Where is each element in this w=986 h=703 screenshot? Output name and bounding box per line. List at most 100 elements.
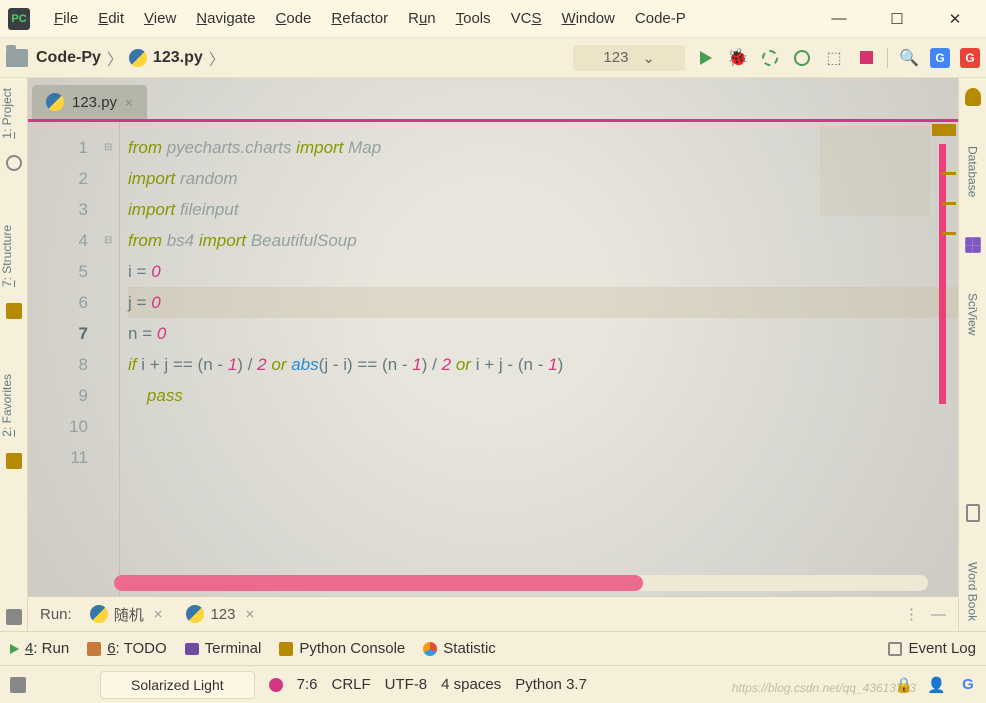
- recording-indicator: [269, 678, 283, 692]
- rail-favorites[interactable]: 2: Favorites: [0, 364, 27, 447]
- structure-icon: [6, 303, 22, 319]
- more-icon[interactable]: ⋮: [904, 605, 919, 623]
- bottom-panel: Run: 随机× 123× ⋮ —: [28, 596, 958, 631]
- wordbook-icon[interactable]: [966, 504, 980, 522]
- warning-marker[interactable]: [932, 124, 956, 136]
- horizontal-scrollbar[interactable]: [114, 575, 928, 591]
- chevron-down-icon: ⌄: [642, 49, 655, 67]
- line-separator[interactable]: CRLF: [331, 676, 370, 693]
- menu-run[interactable]: Run: [398, 10, 446, 27]
- warning-marker[interactable]: [942, 172, 956, 175]
- inspector-icon[interactable]: 👤: [927, 676, 946, 694]
- hide-icon[interactable]: —: [931, 606, 946, 623]
- crumb-project[interactable]: Code-Py: [36, 49, 101, 67]
- menu-refactor[interactable]: Refactor: [321, 10, 398, 27]
- bottom-rail-icon[interactable]: [6, 609, 22, 625]
- google-status-icon[interactable]: G: [960, 677, 976, 693]
- close-icon[interactable]: ×: [154, 606, 163, 623]
- main-menu: File Edit View Navigate Code Refactor Ru…: [44, 10, 830, 27]
- run-toolbar: 123 ⌄ 🐞 ⬚ 🔍 G G: [573, 45, 980, 71]
- menu-window[interactable]: Window: [552, 10, 625, 27]
- menu-codep[interactable]: Code-P: [625, 10, 696, 27]
- code-area[interactable]: 1234567891011 ⊟⊟ from pyecharts.charts i…: [28, 122, 958, 596]
- scrollbar-thumb[interactable]: [114, 575, 643, 591]
- rail-project[interactable]: 1: Project: [0, 78, 27, 149]
- code-minimap[interactable]: [820, 126, 930, 216]
- google-icon[interactable]: G: [960, 48, 980, 68]
- maximize-button[interactable]: ☐: [888, 10, 906, 28]
- fold-gutter[interactable]: ⊟⊟: [104, 122, 120, 596]
- warning-marker[interactable]: [942, 232, 956, 235]
- close-button[interactable]: ✕: [946, 10, 964, 28]
- interpreter[interactable]: Python 3.7: [515, 676, 587, 693]
- run-config-name: 123: [603, 49, 628, 66]
- sciview-icon[interactable]: [965, 237, 981, 253]
- main-area: 1: Project 7: Structure 2: Favorites 123…: [0, 78, 986, 631]
- editor-tab[interactable]: 123.py ×: [32, 85, 147, 119]
- watermark: https://blog.csdn.net/qq_43613793: [732, 681, 916, 695]
- python-file-icon: [90, 605, 108, 623]
- google-translate-icon[interactable]: G: [930, 48, 950, 68]
- menu-code[interactable]: Code: [266, 10, 322, 27]
- stop-button[interactable]: [855, 47, 877, 69]
- run-tab[interactable]: 随机×: [84, 604, 169, 625]
- close-icon[interactable]: ×: [246, 606, 255, 623]
- editor-tabs: 123.py ×: [28, 78, 958, 122]
- target-icon[interactable]: [6, 155, 22, 171]
- database-icon[interactable]: [965, 88, 981, 106]
- minimize-button[interactable]: —: [830, 10, 848, 28]
- tw-statistic[interactable]: Statistic: [423, 640, 496, 657]
- run-tab[interactable]: 123×: [180, 605, 260, 623]
- rail-database[interactable]: Database: [966, 136, 980, 207]
- pycharm-icon: PC: [8, 8, 30, 30]
- window-controls: — ☐ ✕: [830, 10, 964, 28]
- theme-indicator[interactable]: Solarized Light: [100, 671, 255, 699]
- run-config-selector[interactable]: 123 ⌄: [573, 45, 685, 71]
- tw-pyconsole[interactable]: Python Console: [279, 640, 405, 657]
- search-button[interactable]: 🔍: [898, 47, 920, 69]
- chevron-right-icon: 〉: [209, 46, 225, 70]
- concurrency-button[interactable]: ⬚: [823, 47, 845, 69]
- breadcrumb[interactable]: Code-Py 〉 123.py 〉: [36, 46, 225, 70]
- menu-file[interactable]: File: [44, 10, 88, 27]
- crumb-file[interactable]: 123.py: [153, 49, 203, 67]
- left-tool-rail: 1: Project 7: Structure 2: Favorites: [0, 78, 28, 631]
- chevron-right-icon: 〉: [107, 46, 123, 70]
- warning-marker[interactable]: [942, 202, 956, 205]
- rail-wordbook[interactable]: Word Book: [966, 552, 980, 631]
- python-file-icon: [129, 49, 147, 67]
- python-file-icon: [46, 93, 64, 111]
- status-icon[interactable]: [10, 677, 26, 693]
- todo-icon: [87, 642, 101, 656]
- menu-navigate[interactable]: Navigate: [186, 10, 265, 27]
- rail-structure[interactable]: 7: Structure: [0, 215, 27, 297]
- right-tool-rail: Database SciView Word Book: [958, 78, 986, 631]
- line-gutter[interactable]: 1234567891011: [28, 122, 104, 596]
- tw-run[interactable]: 4: Run: [10, 640, 69, 657]
- tw-eventlog[interactable]: Event Log: [888, 640, 976, 657]
- tw-terminal[interactable]: Terminal: [185, 640, 262, 657]
- navigation-bar: Code-Py 〉 123.py 〉 123 ⌄ 🐞 ⬚ 🔍 G G: [0, 38, 986, 78]
- menu-tools[interactable]: Tools: [446, 10, 501, 27]
- title-bar: PC File Edit View Navigate Code Refactor…: [0, 0, 986, 38]
- python-file-icon: [186, 605, 204, 623]
- menu-vcs[interactable]: VCS: [501, 10, 552, 27]
- tw-todo[interactable]: 6: TODO: [87, 640, 166, 657]
- tab-close-button[interactable]: ×: [125, 95, 133, 110]
- run-panel-tabs: Run: 随机× 123× ⋮ —: [28, 597, 958, 631]
- file-encoding[interactable]: UTF-8: [385, 676, 428, 693]
- profile-button[interactable]: [791, 47, 813, 69]
- scroll-indicator[interactable]: [939, 144, 946, 404]
- indent-info[interactable]: 4 spaces: [441, 676, 501, 693]
- debug-button[interactable]: 🐞: [727, 47, 749, 69]
- run-button[interactable]: [695, 47, 717, 69]
- rail-sciview[interactable]: SciView: [966, 283, 980, 345]
- menu-edit[interactable]: Edit: [88, 10, 134, 27]
- statistic-icon: [423, 642, 437, 656]
- coverage-button[interactable]: [759, 47, 781, 69]
- menu-view[interactable]: View: [134, 10, 186, 27]
- tab-label: 123.py: [72, 94, 117, 111]
- cursor-position[interactable]: 7:6: [297, 676, 318, 693]
- tool-window-bar: 4: Run 6: TODO Terminal Python Console S…: [0, 631, 986, 665]
- error-stripe[interactable]: [930, 122, 956, 596]
